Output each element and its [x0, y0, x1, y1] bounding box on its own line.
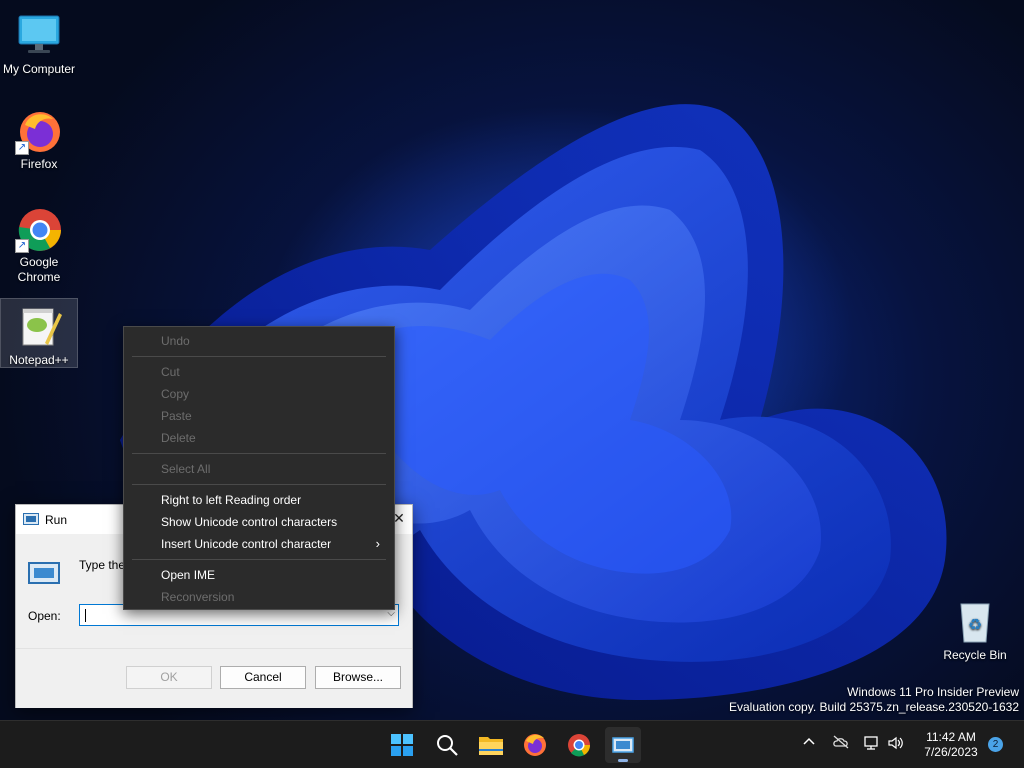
onedrive-offline-icon[interactable]: [831, 735, 851, 755]
desktop-icon-label: Google Chrome: [17, 255, 61, 284]
desktop-icon-label: My Computer: [2, 62, 76, 76]
desktop-icon-label: Notepad++: [9, 353, 69, 367]
menu-item-paste[interactable]: Paste: [124, 405, 394, 427]
desktop-icon-firefox[interactable]: ↗ Firefox: [0, 103, 78, 172]
search-button[interactable]: [429, 727, 465, 763]
firefox-taskbar-button[interactable]: [517, 727, 553, 763]
shortcut-arrow-icon: ↗: [15, 239, 29, 253]
watermark-line-2: Evaluation copy. Build 25375.zn_release.…: [729, 700, 1019, 714]
run-title: Run: [45, 513, 68, 527]
firefox-icon: [524, 734, 546, 756]
chrome-icon: ↗: [15, 205, 63, 253]
context-menu: Undo Cut Copy Paste Delete Select All Ri…: [123, 326, 395, 610]
taskbar: 11:42 AM 7/26/2023 2: [0, 720, 1024, 768]
chevron-up-icon[interactable]: [799, 735, 819, 755]
svg-text:♻: ♻: [968, 615, 982, 634]
notepadpp-icon: [15, 303, 63, 351]
menu-item-insert-unicode-control[interactable]: Insert Unicode control character ›: [124, 533, 394, 555]
run-program-icon: [28, 561, 60, 585]
start-icon: [391, 734, 413, 756]
text-caret: [85, 609, 86, 622]
shortcut-arrow-icon: ↗: [15, 141, 29, 155]
desktop-icon-label: Recycle Bin: [943, 648, 1007, 662]
menu-separator: [132, 356, 386, 357]
desktop-icon-label: Firefox: [20, 157, 58, 171]
network-icon[interactable]: [862, 735, 882, 755]
menu-item-rtl-reading-order[interactable]: Right to left Reading order: [124, 489, 394, 511]
menu-separator: [132, 484, 386, 485]
file-explorer-button[interactable]: [473, 727, 509, 763]
clock[interactable]: 11:42 AM 7/26/2023: [916, 730, 986, 760]
notification-badge[interactable]: 2: [988, 737, 1003, 752]
menu-item-undo[interactable]: Undo: [124, 330, 394, 352]
clock-time: 11:42 AM: [926, 730, 976, 744]
desktop-icon-recycle-bin[interactable]: ♻ Recycle Bin: [936, 594, 1014, 663]
watermark-line-1: Windows 11 Pro Insider Preview: [847, 685, 1019, 699]
monitor-icon: [15, 12, 63, 60]
menu-separator: [132, 559, 386, 560]
menu-item-show-unicode-control[interactable]: Show Unicode control characters: [124, 511, 394, 533]
desktop-icon-google-chrome[interactable]: ↗ Google Chrome: [0, 201, 78, 285]
run-taskbar-button[interactable]: [605, 727, 641, 763]
cancel-button[interactable]: Cancel: [220, 666, 306, 689]
menu-item-select-all[interactable]: Select All: [124, 458, 394, 480]
menu-item-cut[interactable]: Cut: [124, 361, 394, 383]
menu-item-label: Insert Unicode control character: [161, 537, 332, 551]
recycle-bin-icon: ♻: [951, 598, 999, 646]
run-icon: [612, 737, 634, 753]
volume-icon[interactable]: [886, 735, 906, 755]
desktop-icon-my-computer[interactable]: My Computer: [0, 8, 78, 77]
firefox-icon: ↗: [15, 107, 63, 155]
run-icon: [23, 513, 39, 525]
ok-button[interactable]: OK: [126, 666, 212, 689]
search-icon: [437, 735, 458, 756]
menu-item-copy[interactable]: Copy: [124, 383, 394, 405]
start-button[interactable]: [384, 727, 420, 763]
desktop-icon-notepadpp[interactable]: Notepad++: [0, 298, 78, 368]
clock-date: 7/26/2023: [924, 745, 978, 759]
menu-separator: [132, 453, 386, 454]
menu-item-open-ime[interactable]: Open IME: [124, 564, 394, 586]
chrome-icon: [568, 734, 591, 757]
open-label: Open:: [28, 609, 61, 623]
file-explorer-icon: [479, 737, 503, 755]
chrome-taskbar-button[interactable]: [561, 727, 597, 763]
menu-item-delete[interactable]: Delete: [124, 427, 394, 449]
chevron-right-icon: ›: [375, 536, 380, 551]
active-indicator: [618, 759, 628, 762]
run-footer: OK Cancel Browse...: [16, 648, 412, 708]
menu-item-reconversion[interactable]: Reconversion: [124, 586, 394, 608]
browse-button[interactable]: Browse...: [315, 666, 401, 689]
evaluation-watermark: Windows 11 Pro Insider Preview Evaluatio…: [729, 685, 1019, 715]
